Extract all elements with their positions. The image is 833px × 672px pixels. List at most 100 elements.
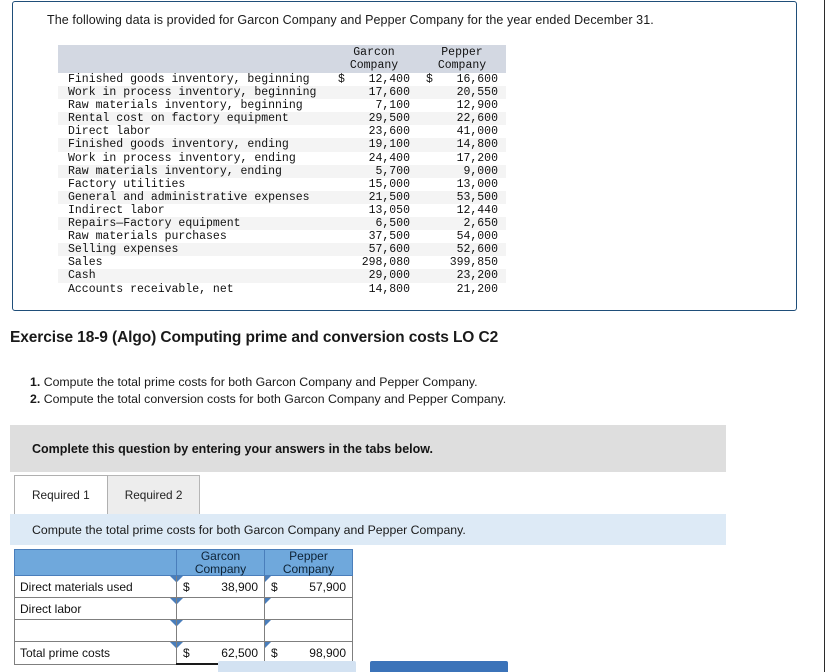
source-data-row: General and administrative expenses 21,50…	[58, 190, 506, 204]
source-data-row: Raw materials inventory, beginning 7,100 1…	[58, 99, 506, 113]
data-panel: The following data is provided for Garco…	[12, 1, 797, 311]
source-row-label: Finished goods inventory, ending	[68, 138, 289, 152]
answer-dollar-sign: $	[271, 579, 278, 594]
source-data-row: Rental cost on factory equipment 29,500 22…	[58, 112, 506, 126]
source-row-garcon-value: 57,600	[368, 243, 410, 257]
source-row-pepper-value: 2,650	[463, 217, 498, 231]
answer-input-garcon[interactable]: $38,900	[176, 575, 265, 598]
source-row-pepper-value: 52,600	[456, 243, 498, 257]
source-header-pepper: Pepper Company	[418, 45, 506, 73]
source-row-garcon-value: 6,500	[375, 217, 410, 231]
source-row-label: Repairs—Factory equipment	[68, 217, 241, 231]
source-row-garcon-value: 19,100	[368, 138, 410, 152]
next-button[interactable]	[370, 661, 508, 672]
source-row-label: Raw materials inventory, ending	[68, 164, 282, 178]
source-data-table: Garcon Company Pepper Company Finished g…	[58, 45, 506, 296]
source-data-header-row: Garcon Company Pepper Company	[58, 45, 506, 73]
source-data-row: Direct labor 23,600 41,000	[58, 125, 506, 139]
answer-header-pepper-line2: Company	[282, 561, 335, 576]
source-row-garcon-value: 29,500	[368, 112, 410, 126]
question-prompt-bar: Compute the total prime costs for both G…	[10, 514, 726, 545]
answer-input-pepper[interactable]: $57,900	[264, 575, 353, 598]
source-data-row: Accounts receivable, net 14,800 21,200	[58, 282, 506, 296]
answer-table: Garcon Company Pepper Company Direct mat…	[14, 549, 353, 665]
answer-input-garcon[interactable]	[176, 619, 265, 642]
footer-button-row	[0, 661, 833, 672]
source-data-row: Raw materials purchases 37,500 54,000	[58, 230, 506, 244]
tab-required-2[interactable]: Required 2	[106, 475, 201, 514]
cell-marker-triangle-icon	[170, 576, 176, 582]
source-row-pepper-value: 399,850	[449, 256, 498, 270]
source-row-label: Raw materials purchases	[68, 230, 227, 244]
source-row-pepper-value: 53,500	[456, 190, 498, 204]
answer-row-label-text: Direct materials used	[20, 579, 133, 594]
instruction-banner: Complete this question by entering your …	[10, 425, 726, 472]
answer-input-pepper[interactable]	[264, 597, 353, 620]
source-row-label: Indirect labor	[68, 203, 165, 217]
cell-marker-triangle-icon	[170, 620, 176, 626]
source-row-garcon-value: 7,100	[375, 99, 410, 113]
previous-button[interactable]	[218, 661, 356, 672]
instruction-banner-text: Complete this question by entering your …	[32, 441, 433, 456]
source-row-garcon-value: $12,400	[330, 73, 418, 86]
answer-header-pepper: Pepper Company	[264, 549, 353, 576]
requirement-item-2: 2. Compute the total conversion costs fo…	[30, 391, 506, 408]
source-row-pepper-value: 12,440	[456, 203, 498, 217]
source-row-label: General and administrative expenses	[68, 190, 310, 204]
source-row-garcon-value: 21,500	[368, 190, 410, 204]
source-row-pepper-value: 13,000	[456, 177, 498, 191]
panel-intro-text: The following data is provided for Garco…	[47, 13, 654, 27]
source-row-garcon-value: 29,000	[368, 269, 410, 283]
cell-marker-triangle-icon	[265, 576, 271, 582]
source-row-label: Factory utilities	[68, 177, 186, 191]
source-header-blank	[58, 45, 330, 73]
source-dollar-sign: $	[338, 73, 345, 86]
answer-input-garcon[interactable]	[176, 597, 265, 620]
source-data-row: Factory utilities 15,000 13,000	[58, 177, 506, 191]
tab-required-1[interactable]: Required 1	[14, 475, 108, 514]
source-row-garcon-value: 23,600	[368, 125, 410, 139]
answer-row-label-cell[interactable]	[14, 619, 177, 642]
source-row-pepper-value: 23,200	[456, 269, 498, 283]
source-row-garcon-value: 298,080	[361, 256, 410, 270]
source-row-pepper-value: 22,600	[456, 112, 498, 126]
question-prompt-text: Compute the total prime costs for both G…	[32, 522, 466, 537]
answer-table-row: Direct labor	[14, 597, 353, 620]
answer-input-pepper[interactable]	[264, 619, 353, 642]
source-row-label: Work in process inventory, ending	[68, 151, 296, 165]
source-row-pepper-value: 20,550	[456, 86, 498, 100]
source-row-pepper-value: 14,800	[456, 138, 498, 152]
source-row-garcon-value: 15,000	[368, 177, 410, 191]
cell-marker-triangle-icon	[177, 620, 183, 626]
source-row-label: Cash	[68, 269, 96, 283]
cell-marker-triangle-icon	[265, 620, 271, 626]
source-row-pepper-value: 41,000	[456, 125, 498, 139]
source-data-row: Work in process inventory, beginning 17,6…	[58, 86, 506, 100]
cell-marker-triangle-icon	[265, 642, 271, 648]
cell-marker-triangle-icon	[265, 598, 271, 604]
answer-dollar-sign: $	[183, 579, 190, 594]
source-row-label: Rental cost on factory equipment	[68, 112, 289, 126]
source-row-garcon-value: 13,050	[368, 203, 410, 217]
source-row-label: Accounts receivable, net	[68, 282, 234, 296]
cell-marker-triangle-icon	[177, 576, 183, 582]
requirement-item-1: 1. Compute the total prime costs for bot…	[30, 374, 506, 391]
source-row-garcon-value: 5,700	[375, 164, 410, 178]
exercise-title: Exercise 18-9 (Algo) Computing prime and…	[10, 329, 499, 346]
source-data-row: Work in process inventory, ending 24,400 1…	[58, 151, 506, 165]
source-data-row: Indirect labor 13,050 12,440	[58, 203, 506, 218]
page-root: The following data is provided for Garco…	[0, 0, 833, 672]
source-row-pepper-value: 54,000	[456, 230, 498, 244]
answer-header-garcon-line2: Company	[194, 561, 247, 576]
source-data-body: Finished goods inventory, beginning $12,4…	[58, 73, 506, 296]
answer-value: 62,500	[221, 645, 258, 660]
answer-row-label-cell[interactable]: Direct labor	[14, 597, 177, 620]
source-row-pepper-value: 21,200	[456, 282, 498, 296]
answer-row-label-cell[interactable]: Direct materials used	[14, 575, 177, 598]
source-row-pepper-value: 12,900	[456, 99, 498, 113]
cell-marker-triangle-icon	[177, 598, 183, 604]
answer-header-row: Garcon Company Pepper Company	[14, 549, 353, 576]
answer-row-label-text: Total prime costs	[20, 645, 111, 660]
right-edge-rule	[824, 0, 825, 672]
source-data-row: Raw materials inventory, ending 5,700 9,00…	[58, 164, 506, 178]
